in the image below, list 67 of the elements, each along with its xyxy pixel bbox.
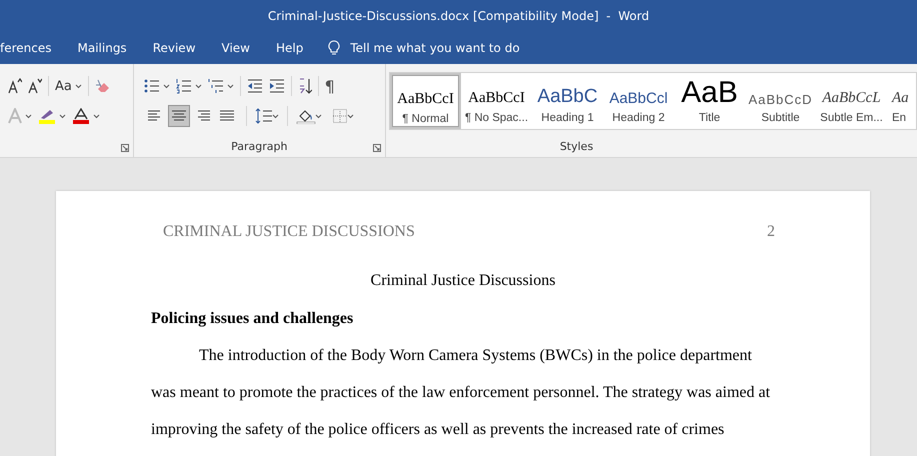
style-preview: AaBbCcL xyxy=(822,89,881,106)
increase-indent-icon[interactable] xyxy=(268,78,285,94)
highlight-icon[interactable] xyxy=(38,108,56,124)
caret-icon[interactable] xyxy=(226,84,234,88)
shrink-font-icon[interactable] xyxy=(28,78,42,94)
style-option[interactable]: AaB Title xyxy=(674,73,745,129)
ribbon-tab[interactable]: ferences xyxy=(0,32,64,64)
style-option[interactable]: AaBbC Heading 1 xyxy=(532,73,603,129)
page-header: CRIMINAL JUSTICE DISCUSSIONS xyxy=(163,222,415,242)
decrease-indent-icon[interactable] xyxy=(246,78,263,94)
multilevel-list-icon[interactable] xyxy=(208,78,224,94)
body-paragraph: The introduction of the Body Worn Camera Systems (BWCs) in the police department was meant to promote the practices of the law enforcement personnel. The strategy was aimed at improving the safety of the police officers as well as prevents the increased rate of crimes xyxy=(151,346,772,440)
tell-me-field[interactable]: Tell me what you want to do xyxy=(350,41,520,55)
font-color-icon[interactable] xyxy=(72,108,90,124)
caret-icon[interactable] xyxy=(162,84,170,88)
caret-icon[interactable] xyxy=(59,114,66,118)
ribbon-tab[interactable]: Mailings xyxy=(64,32,140,64)
style-name: Heading 1 xyxy=(541,112,594,124)
ribbon-tab[interactable]: View xyxy=(208,32,263,64)
caret-icon[interactable] xyxy=(74,84,82,88)
style-preview: AaBbC xyxy=(537,85,598,106)
caret-icon[interactable] xyxy=(93,114,100,118)
group-label: Paragraph xyxy=(231,139,288,155)
shading-icon[interactable] xyxy=(296,108,316,124)
align-button[interactable] xyxy=(168,105,190,127)
style-option[interactable]: AaBbCcL Subtle Em... xyxy=(816,73,887,129)
style-name: En xyxy=(892,112,906,124)
change-case-button[interactable]: Aa xyxy=(55,78,72,94)
lightbulb-icon[interactable] xyxy=(328,40,340,56)
caret-icon[interactable] xyxy=(194,84,202,88)
style-preview: AaBbCcD xyxy=(748,91,813,106)
style-name: Heading 2 xyxy=(612,112,665,124)
eraser-icon[interactable] xyxy=(94,78,111,94)
style-preview: AaBbCcl xyxy=(609,89,668,106)
document-title: Criminal Justice Discussions xyxy=(370,272,556,289)
caret-icon[interactable] xyxy=(25,114,32,118)
style-option[interactable]: AaBbCcI ¶ No Spac... xyxy=(461,73,532,129)
style-option[interactable]: AaBbCcD Subtitle xyxy=(745,73,816,129)
window-title: Criminal-Justice-Discussions.docx [Compatibility Mode] - Word xyxy=(268,9,650,23)
caret-icon[interactable] xyxy=(346,114,354,118)
style-option[interactable]: Aa En xyxy=(887,73,916,129)
grow-font-icon[interactable] xyxy=(8,78,22,94)
style-option[interactable]: AaBbCcI ¶ Normal xyxy=(390,73,461,129)
caret-icon[interactable] xyxy=(272,114,279,118)
numbering-icon[interactable] xyxy=(176,78,192,94)
show-formatting-button[interactable]: ¶ xyxy=(324,76,335,96)
style-name: Title xyxy=(698,112,720,124)
sort-icon[interactable] xyxy=(298,78,312,94)
style-name: ¶ Normal xyxy=(402,113,449,125)
style-name: Subtitle xyxy=(761,112,800,124)
bullets-icon[interactable] xyxy=(144,78,160,94)
style-preview: Aa xyxy=(892,89,909,106)
style-name: Subtle Em... xyxy=(820,112,883,124)
page-number: 2 xyxy=(767,222,775,242)
ribbon-tab[interactable]: Review xyxy=(140,32,209,64)
section-heading: Policing issues and challenges xyxy=(151,310,354,327)
style-preview: AaBbCcI xyxy=(468,89,525,106)
style-preview: AaBbCcI xyxy=(397,90,454,107)
caret-icon[interactable] xyxy=(314,114,322,118)
group-label: Styles xyxy=(560,139,594,155)
dialog-launcher-icon[interactable] xyxy=(120,144,129,152)
dialog-launcher-icon[interactable] xyxy=(373,144,381,152)
ribbon-tab[interactable]: Help xyxy=(263,32,316,64)
style-option[interactable]: AaBbCcl Heading 2 xyxy=(603,73,674,129)
line-spacing-icon[interactable] xyxy=(254,108,273,124)
style-name: ¶ No Spac... xyxy=(464,112,528,124)
style-preview: AaB xyxy=(681,75,738,106)
